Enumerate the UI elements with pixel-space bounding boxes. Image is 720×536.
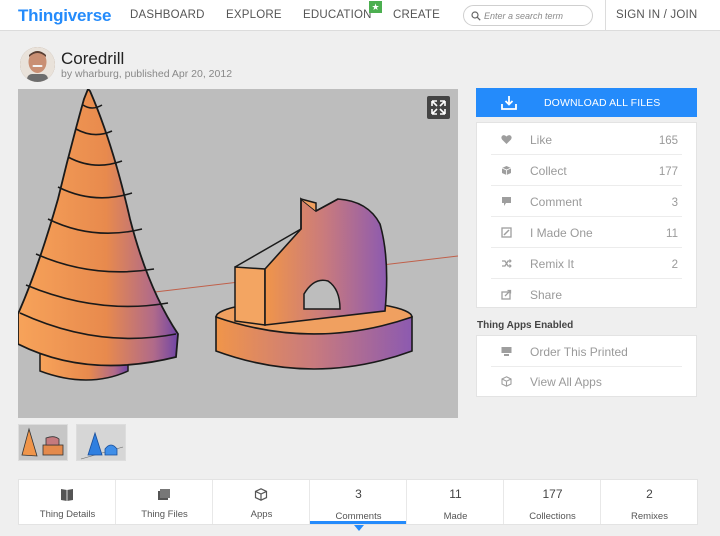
collect-icon [501,166,512,175]
expand-icon [431,100,446,115]
order-this-printed-link[interactable]: Order This Printed [477,336,696,367]
comment-count: 3 [671,197,678,209]
tab-made[interactable]: 11 Made [407,480,504,524]
order-this-printed-label: Order This Printed [530,345,628,359]
like-button[interactable]: Like 165 [477,124,696,155]
coredrill-model-render [18,89,458,381]
share-button[interactable]: Share [477,279,696,310]
tab-count: 2 [646,487,653,501]
printer-icon [501,347,512,356]
nav-education[interactable]: EDUCATION [303,9,372,21]
thumbnail-1[interactable] [18,424,68,461]
view-all-apps-label: View All Apps [530,375,602,389]
like-count: 165 [658,135,678,147]
nav-explore[interactable]: EXPLORE [226,9,282,21]
thingiverse-logo[interactable]: Thingiverse [18,6,111,26]
files-icon [158,489,170,500]
thumbnail-render-orange [19,425,67,460]
download-all-files-button[interactable]: DOWNLOAD ALL FILES [476,88,697,117]
comment-icon [502,197,511,206]
details-icon [61,489,73,501]
cube-icon [501,376,512,387]
model-viewer[interactable] [18,89,458,418]
education-new-badge: ★ [369,1,382,13]
author-byline: by wharburg, published Apr 20, 2012 [61,68,233,80]
tab-thing-files[interactable]: Thing Files [116,480,213,524]
share-label: Share [530,288,563,302]
fullscreen-button[interactable] [427,96,450,119]
collect-button[interactable]: Collect 177 [477,155,696,186]
active-tab-indicator [310,521,407,524]
search-box [463,5,593,26]
view-all-apps-link[interactable]: View All Apps [477,366,696,397]
tab-apps[interactable]: Apps [213,480,310,524]
collect-count: 177 [658,166,678,178]
nav-divider [605,0,606,31]
search-icon [471,11,481,21]
thing-tabs: Thing Details Thing Files Apps 3 Comment… [18,479,698,531]
apps-cube-icon [254,488,268,501]
thing-actions-panel: Like 165 Collect 177 Comment 3 I Made On… [476,122,697,308]
tab-label: Thing Files [141,509,188,520]
nav-dashboard[interactable]: DASHBOARD [130,9,205,21]
tab-count: 11 [449,487,462,501]
download-icon [501,96,517,110]
thumbnail-render-blue [77,425,125,460]
remix-icon [502,259,512,268]
thing-apps-panel: Order This Printed View All Apps [476,335,697,397]
tab-count: 3 [355,487,362,501]
avatar[interactable] [20,47,55,82]
active-tab-caret [354,525,364,531]
tab-count: 177 [542,487,563,501]
tab-label: Thing Details [39,509,96,520]
like-label: Like [530,133,553,147]
comment-label: Comment [530,195,583,209]
tab-label: Made [443,511,468,522]
made-count: 11 [666,228,678,240]
tab-thing-details[interactable]: Thing Details [19,480,116,524]
thing-apps-heading: Thing Apps Enabled [477,320,574,331]
avatar-photo [20,47,55,82]
tab-label: Remixes [631,511,668,522]
sign-in-join-link[interactable]: SIGN IN / JOIN [616,9,697,21]
tab-comments[interactable]: 3 Comments [310,480,407,531]
share-icon [501,289,512,300]
i-made-one-button[interactable]: I Made One 11 [477,217,696,248]
tab-label: Collections [529,511,576,522]
made-icon [501,227,512,238]
collect-label: Collect [530,164,567,178]
heart-icon [501,135,512,144]
tab-label: Apps [250,509,273,520]
comment-button[interactable]: Comment 3 [477,186,696,217]
remix-it-button[interactable]: Remix It 2 [477,248,696,279]
tab-collections[interactable]: 177 Collections [504,480,601,524]
thumbnail-2[interactable] [76,424,126,461]
nav-create[interactable]: CREATE [393,9,440,21]
tab-remixes[interactable]: 2 Remixes [601,480,698,524]
page-title: Coredrill [61,49,125,68]
i-made-one-label: I Made One [530,226,593,240]
top-nav: Thingiverse DASHBOARD EXPLORE EDUCATION … [0,0,720,31]
download-label: DOWNLOAD ALL FILES [544,97,661,109]
remix-count: 2 [671,259,678,271]
remix-it-label: Remix It [530,257,575,271]
search-input[interactable] [484,8,588,23]
